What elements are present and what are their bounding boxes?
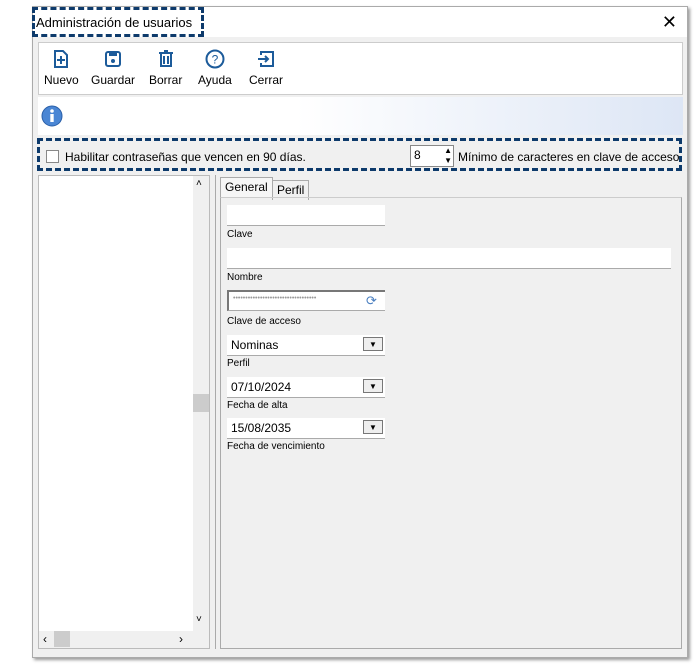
chevron-left-icon[interactable]: ‹ <box>43 632 47 646</box>
fecha-alta-value: 07/10/2024 <box>231 380 292 394</box>
title-bar: Administración de usuarios ✕ <box>32 7 687 37</box>
general-page: Clave Nombre •••••••••••••••••••••••••••… <box>220 197 682 649</box>
min-chars-stepper[interactable]: 8 ▲ ▼ <box>410 145 454 167</box>
close-icon[interactable]: ✕ <box>662 12 677 33</box>
perfil-value: Nominas <box>231 338 279 352</box>
nuevo-label: Nuevo <box>44 73 79 87</box>
window-title: Administración de usuarios <box>36 15 193 30</box>
cerrar-label: Cerrar <box>249 73 284 87</box>
chevron-right-icon[interactable]: › <box>179 632 183 646</box>
trash-icon <box>158 50 173 67</box>
clave-label: Clave <box>227 229 253 240</box>
hscroll-thumb[interactable] <box>54 631 70 647</box>
user-list[interactable]: ˄ ˅ ‹ › <box>38 175 210 649</box>
nombre-label: Nombre <box>227 272 263 283</box>
nuevo-button[interactable]: Nuevo <box>44 49 79 87</box>
lock-refresh-icon[interactable]: ⟳ <box>366 293 377 309</box>
ayuda-button[interactable]: ? Ayuda <box>198 49 232 87</box>
fecha-alta-picker[interactable]: 07/10/2024 ▼ <box>227 377 385 398</box>
tab-general[interactable]: General <box>220 177 273 197</box>
min-chars-label: Mínimo de caracteres en clave de acceso <box>458 150 680 164</box>
exit-icon <box>258 51 274 67</box>
chevron-up-icon[interactable]: ˄ <box>196 178 202 189</box>
clave-input[interactable] <box>227 205 385 226</box>
borrar-label: Borrar <box>149 73 183 87</box>
enable-expiry-label: Habilitar contraseñas que vencen en 90 d… <box>65 150 306 164</box>
dropdown-arrow-icon[interactable]: ▼ <box>363 420 383 434</box>
clave-acceso-label: Clave de acceso <box>227 316 301 327</box>
borrar-button[interactable]: Borrar <box>149 49 182 87</box>
cerrar-button[interactable]: Cerrar <box>249 49 283 87</box>
detail-panel: General Perfil Clave Nombre ••••••••••••… <box>215 175 683 649</box>
ayuda-label: Ayuda <box>198 73 232 87</box>
clave-acceso-input[interactable]: •••••••••••••••••••••••••••••••••• <box>227 290 385 311</box>
fecha-vencimiento-picker[interactable]: 15/08/2035 ▼ <box>227 418 385 439</box>
guardar-button[interactable]: Guardar <box>91 49 135 87</box>
fecha-alta-label: Fecha de alta <box>227 400 288 411</box>
dropdown-arrow-icon[interactable]: ▼ <box>363 379 383 393</box>
dropdown-arrow-icon[interactable]: ▼ <box>363 337 383 351</box>
clave-acceso-value: •••••••••••••••••••••••••••••••••• <box>233 295 317 302</box>
svg-text:?: ? <box>212 53 219 67</box>
horizontal-scrollbar[interactable]: ‹ › <box>39 631 209 648</box>
info-bar <box>38 97 683 135</box>
info-icon <box>41 105 63 127</box>
guardar-label: Guardar <box>91 73 136 87</box>
enable-expiry-checkbox[interactable] <box>46 150 59 163</box>
scroll-thumb[interactable] <box>193 394 209 412</box>
new-file-icon <box>54 50 69 68</box>
user-admin-window: Administración de usuarios ✕ Nuevo Guard… <box>32 6 688 658</box>
perfil-label: Perfil <box>227 358 250 369</box>
save-icon <box>105 51 122 67</box>
fecha-vencimiento-value: 15/08/2035 <box>231 421 292 435</box>
chevron-down-icon[interactable]: ˅ <box>196 614 202 625</box>
vertical-scrollbar[interactable]: ˄ ˅ <box>193 176 209 631</box>
min-chars-value: 8 <box>414 148 421 162</box>
perfil-select[interactable]: Nominas ▼ <box>227 335 385 356</box>
options-bar: Habilitar contraseñas que vencen en 90 d… <box>37 138 683 171</box>
fecha-vencimiento-label: Fecha de vencimiento <box>227 441 325 452</box>
nombre-input[interactable] <box>227 248 671 269</box>
spin-arrows-icon[interactable]: ▲ ▼ <box>444 146 452 166</box>
toolbar: Nuevo Guardar Borrar ? Ayuda Cerrar <box>38 42 683 95</box>
help-icon: ? <box>205 49 225 69</box>
